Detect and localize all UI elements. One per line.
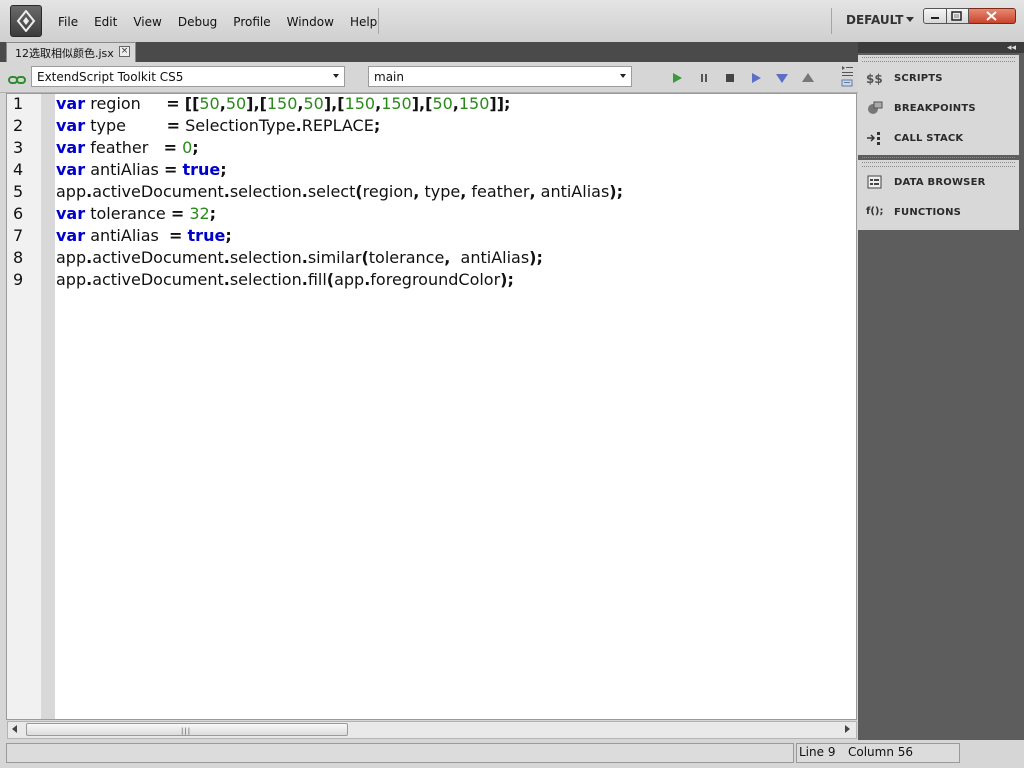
- minimize-button[interactable]: [923, 8, 947, 24]
- panel-breakpoints-label: BREAKPOINTS: [894, 102, 976, 114]
- document-tab-label: 12选取相似颜色.jsx: [15, 47, 114, 60]
- scripts-icon: $$: [866, 70, 886, 86]
- functions-icon: f();: [866, 206, 884, 217]
- close-button[interactable]: [969, 8, 1016, 24]
- breakpoint-gutter[interactable]: [41, 94, 55, 719]
- line-number: 7: [13, 226, 24, 245]
- line-number: 2: [13, 116, 24, 135]
- code-line-2: var type = SelectionType.REPLACE;: [56, 116, 381, 135]
- menu-debug[interactable]: Debug: [170, 0, 225, 42]
- link-icon[interactable]: [8, 70, 26, 89]
- pause-icon[interactable]: [698, 69, 710, 88]
- line-number: 6: [13, 204, 24, 223]
- chevron-down-icon[interactable]: [906, 17, 914, 22]
- line-number: 8: [13, 248, 24, 267]
- target-application-select[interactable]: ExtendScript Toolkit CS5: [31, 66, 345, 87]
- scrollbar-grip-icon: |||: [181, 727, 192, 735]
- menu-edit[interactable]: Edit: [86, 0, 125, 42]
- menu-profile[interactable]: Profile: [225, 0, 278, 42]
- step-over-icon[interactable]: [750, 69, 762, 88]
- target-application-value: ExtendScript Toolkit CS5: [37, 70, 184, 84]
- chevron-down-icon: [333, 74, 339, 78]
- stop-icon[interactable]: [724, 69, 736, 88]
- code-line-9: app.activeDocument.selection.fill(app.fo…: [56, 270, 514, 289]
- breakpoints-icon: [866, 100, 886, 116]
- workspace-separator: [831, 8, 832, 34]
- panel-functions[interactable]: f(); FUNCTIONS: [866, 204, 961, 220]
- code-line-6: var tolerance = 32;: [56, 204, 217, 223]
- window-controls: [923, 8, 1016, 26]
- panel-scripts-label: SCRIPTS: [894, 72, 943, 84]
- chevron-down-icon: [620, 74, 626, 78]
- engine-value: main: [374, 70, 404, 84]
- code-line-1: var region = [[50,50],[150,50],[150,150]…: [56, 94, 511, 113]
- menu-view[interactable]: View: [125, 0, 169, 42]
- status-line: Line 9: [799, 745, 836, 759]
- panel-call-stack-label: CALL STACK: [894, 132, 964, 144]
- close-tab-icon[interactable]: ×: [119, 46, 130, 57]
- panel-data-browser-label: DATA BROWSER: [894, 176, 986, 188]
- restore-button[interactable]: [947, 8, 969, 24]
- step-into-icon[interactable]: [775, 69, 789, 88]
- collapse-panels-icon[interactable]: ◂◂: [1007, 43, 1016, 53]
- line-number: 3: [13, 138, 24, 157]
- menu-window[interactable]: Window: [279, 0, 342, 42]
- line-number: 1: [13, 94, 24, 113]
- step-out-icon[interactable]: [801, 69, 815, 88]
- code-line-3: var feather = 0;: [56, 138, 199, 157]
- menu-separator: [378, 8, 379, 34]
- workspace-switcher[interactable]: DEFAULT: [846, 13, 904, 27]
- code-line-4: var antiAlias = true;: [56, 160, 227, 179]
- line-number: 4: [13, 160, 24, 179]
- line-number: 5: [13, 182, 24, 201]
- call-stack-icon: [866, 130, 886, 146]
- code-line-7: var antiAlias = true;: [56, 226, 232, 245]
- menu-file[interactable]: File: [50, 0, 86, 42]
- run-icon[interactable]: [671, 69, 683, 88]
- data-browser-icon: [866, 174, 886, 190]
- scroll-right-icon[interactable]: [845, 725, 850, 733]
- engine-select[interactable]: main: [368, 66, 632, 87]
- document-tab[interactable]: 12选取相似颜色.jsx ×: [6, 42, 136, 62]
- menu-bar: File Edit View Debug Profile Window Help: [50, 0, 385, 42]
- app-logo-icon[interactable]: [10, 5, 42, 37]
- panel-breakpoints[interactable]: BREAKPOINTS: [866, 100, 976, 116]
- panel-data-browser[interactable]: DATA BROWSER: [866, 174, 986, 190]
- status-message: [6, 743, 794, 763]
- panel-dock-header: [858, 42, 1024, 53]
- panel-functions-label: FUNCTIONS: [894, 206, 962, 218]
- svg-text:$$: $$: [866, 72, 883, 86]
- code-line-8: app.activeDocument.selection.similar(tol…: [56, 248, 543, 267]
- code-line-5: app.activeDocument.selection.select(regi…: [56, 182, 623, 201]
- toolbar-menu-icon[interactable]: [840, 64, 854, 92]
- status-column: Column 56: [848, 745, 914, 759]
- scroll-left-icon[interactable]: [12, 725, 17, 733]
- panel-call-stack[interactable]: CALL STACK: [866, 130, 963, 146]
- panel-scripts[interactable]: $$ SCRIPTS: [866, 70, 943, 86]
- panel-grip[interactable]: [862, 162, 1015, 167]
- line-number: 9: [13, 270, 24, 289]
- panel-grip[interactable]: [862, 57, 1015, 62]
